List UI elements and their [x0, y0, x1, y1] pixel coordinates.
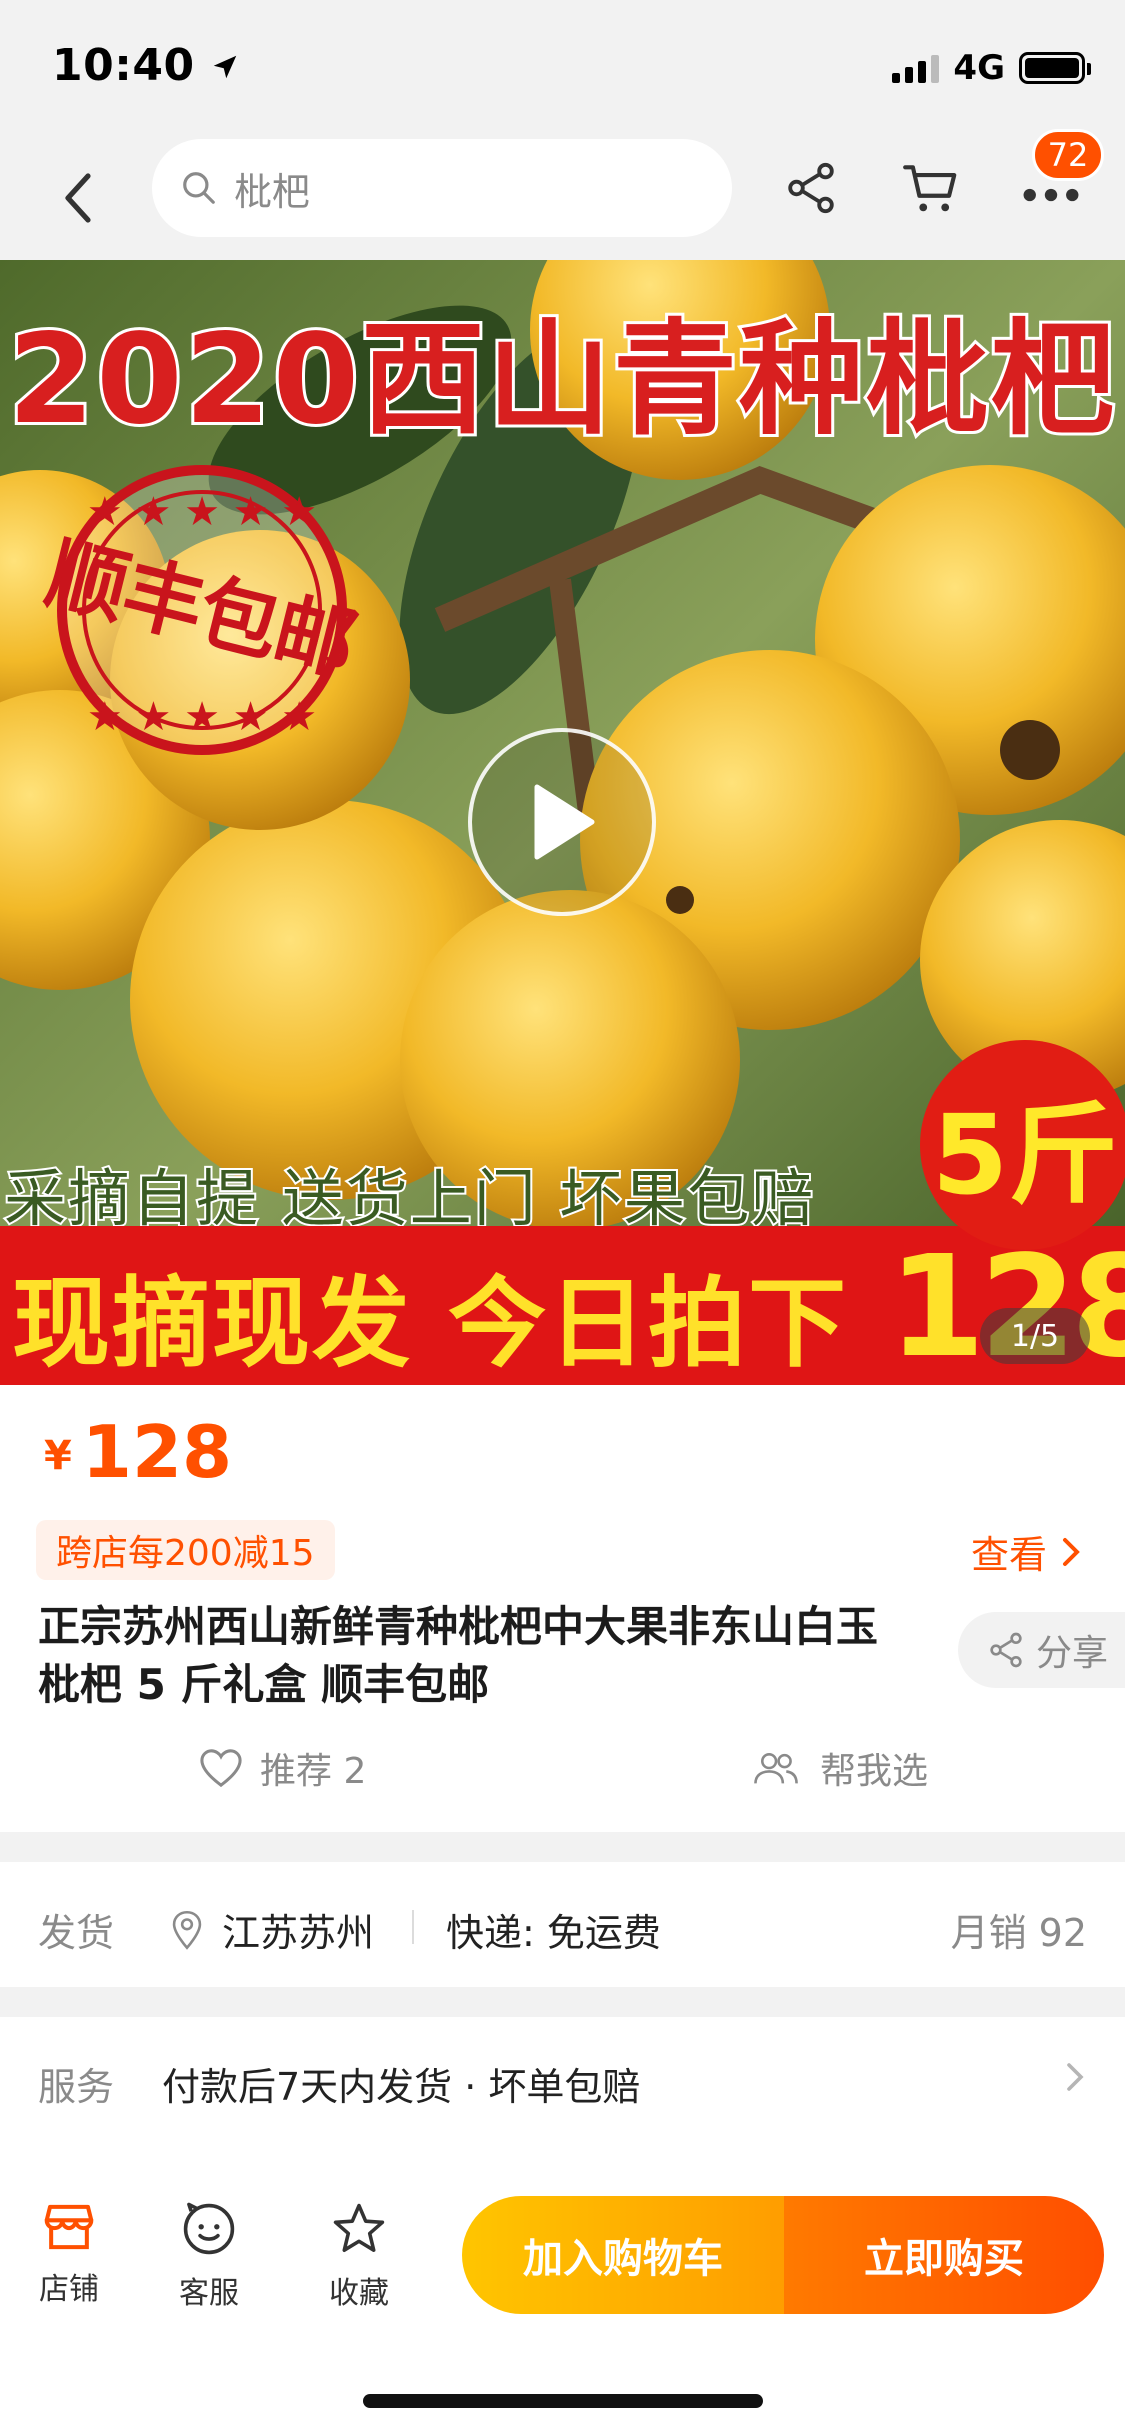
cart-button[interactable]: [896, 153, 966, 223]
shipping-stamp: ★ ★ ★ ★ ★ ★ ★ ★ ★ ★ 顺丰包邮: [12, 445, 392, 775]
cart-icon: [903, 165, 957, 212]
status-right: 4G: [892, 48, 1091, 88]
more-icon: [1023, 188, 1079, 202]
hero-tagline: 采摘自提 送货上门 坏果包赔: [2, 1160, 816, 1237]
battery-icon: [1019, 52, 1091, 84]
play-video-button[interactable]: [468, 728, 656, 916]
svg-text:★ ★ ★ ★ ★: ★ ★ ★ ★ ★: [87, 694, 317, 740]
promo-banner: 现摘现发 今日拍下 128: [0, 1226, 1125, 1385]
shipping-express: 快递: 免运费: [446, 1911, 661, 1955]
product-image-carousel[interactable]: 2020西山青种枇杷 ★ ★ ★ ★ ★ ★ ★ ★ ★ ★ 顺丰包邮 采摘自提…: [0, 260, 1125, 1385]
promo-text: 现摘现发 今日拍下: [12, 1267, 849, 1381]
home-indicator: [363, 2394, 763, 2408]
share-product-button[interactable]: 分享: [958, 1612, 1125, 1688]
store-icon: [44, 2204, 94, 2250]
star-icon: [333, 2203, 385, 2252]
favorite-label: 收藏: [329, 2276, 389, 2311]
chevron-left-icon: [65, 173, 91, 223]
store-label: 店铺: [39, 2272, 99, 2307]
recommend-row: 推荐 2 帮我选: [0, 1742, 1125, 1802]
chat-face-icon: [183, 2202, 235, 2255]
currency-symbol: ¥: [44, 1433, 72, 1479]
status-bar: 10:40 4G: [0, 0, 1125, 135]
service-chevron: [1065, 2060, 1085, 2098]
image-page-indicator: 1/5: [980, 1308, 1090, 1364]
cart-badge: 72: [1032, 129, 1104, 181]
network-label: 4G: [953, 48, 1005, 88]
shipping-separator: [412, 1910, 414, 1944]
monthly-sales: 月销 92: [950, 1911, 1087, 1955]
location-arrow-icon: [214, 55, 237, 79]
chevron-right-icon: [1063, 1537, 1080, 1566]
view-coupon-link[interactable]: 查看: [971, 1524, 1081, 1579]
signal-icon: [892, 53, 940, 83]
share-label: 分享: [1036, 1633, 1109, 1674]
share-icon: [990, 1632, 1022, 1668]
customer-service-label: 客服: [179, 2276, 239, 2311]
top-nav: 枇杷 72: [0, 129, 1125, 260]
share-button[interactable]: [776, 153, 846, 223]
help-choose-label: 帮我选: [820, 1751, 929, 1792]
product-price: ¥128: [44, 1410, 232, 1494]
help-choose-button[interactable]: 帮我选: [752, 1742, 928, 1794]
status-time-text: 10:40: [52, 40, 195, 91]
customer-service-tab[interactable]: 客服: [154, 2200, 264, 2312]
shipping-location: 江苏苏州: [170, 1902, 374, 1957]
service-text: 付款后7天内发货 · 坏单包赔: [162, 2065, 641, 2109]
heart-icon: [200, 1749, 242, 1788]
buy-now-button[interactable]: 立即购买: [784, 2196, 1104, 2314]
search-input[interactable]: 枇杷: [152, 139, 732, 237]
coupon-tag[interactable]: 跨店每200减15: [36, 1520, 335, 1580]
weight-badge: 5斤: [920, 1040, 1125, 1250]
shipping-location-text: 江苏苏州: [222, 1911, 375, 1955]
people-icon: [754, 1753, 798, 1784]
back-button[interactable]: [48, 163, 108, 233]
price-value: 128: [81, 1410, 233, 1494]
section-divider: [0, 1832, 1125, 1862]
hero-title: 2020西山青种枇杷: [5, 305, 1118, 455]
search-text: 枇杷: [234, 169, 311, 214]
recommend-label: 推荐 2: [260, 1751, 367, 1792]
play-icon: [534, 784, 595, 860]
shipping-label: 发货: [38, 1911, 115, 1955]
product-title: 正宗苏州西山新鲜青种枇杷中大果非东山白玉枇杷 5 斤礼盒 顺丰包邮: [38, 1602, 879, 1709]
shipping-row: 发货 江苏苏州 快递: 免运费 月销 92: [0, 1862, 1125, 1987]
service-label: 服务: [38, 2065, 115, 2109]
favorite-tab[interactable]: 收藏: [304, 2200, 414, 2312]
share-icon: [788, 162, 834, 214]
search-icon: [183, 172, 215, 204]
add-to-cart-button[interactable]: 加入购物车: [462, 2196, 784, 2314]
status-time: 10:40: [52, 40, 240, 91]
location-pin-icon: [172, 1910, 202, 1950]
service-row[interactable]: 服务 付款后7天内发货 · 坏单包赔: [0, 2012, 1125, 2142]
store-tab[interactable]: 店铺: [14, 2200, 124, 2308]
recommend-button[interactable]: 推荐 2: [198, 1742, 366, 1794]
chevron-right-icon: [1067, 2063, 1084, 2091]
view-label: 查看: [970, 1533, 1047, 1577]
